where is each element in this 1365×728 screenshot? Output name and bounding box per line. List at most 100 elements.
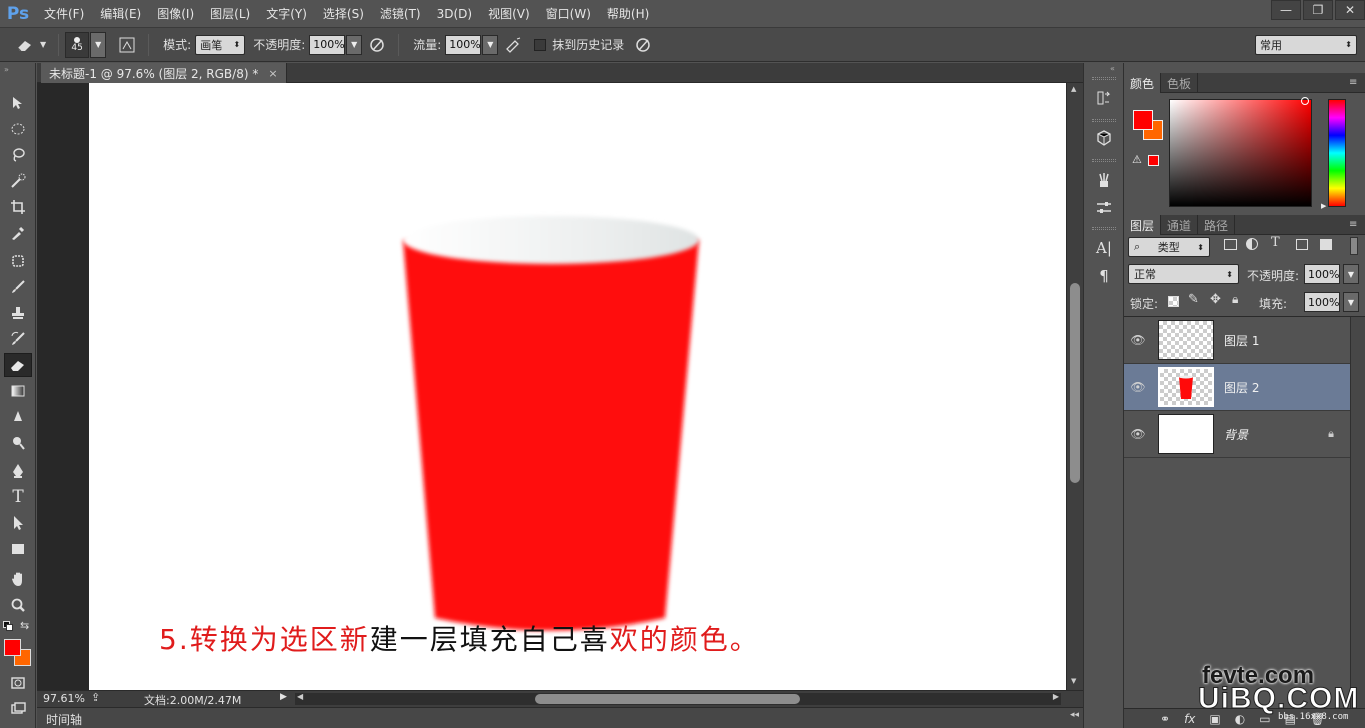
clone-stamp-tool-icon[interactable] xyxy=(4,301,32,325)
menu-view[interactable]: 视图(V) xyxy=(480,0,538,28)
horizontal-scroll-thumb[interactable] xyxy=(535,694,800,704)
pressure-size-icon[interactable] xyxy=(632,34,654,56)
brush-presets-icon[interactable] xyxy=(1092,169,1116,191)
layer-filter-select[interactable]: ⌕ 类型 ⬍ xyxy=(1128,237,1210,257)
menu-layer[interactable]: 图层(L) xyxy=(202,0,258,28)
tab-layers[interactable]: 图层 xyxy=(1124,215,1162,235)
menu-window[interactable]: 窗口(W) xyxy=(538,0,599,28)
filter-toggle-switch[interactable] xyxy=(1350,237,1358,255)
path-selection-tool-icon[interactable] xyxy=(4,511,32,535)
vertical-scrollbar[interactable]: ▲ ▼ xyxy=(1066,83,1083,690)
lasso-tool-icon[interactable] xyxy=(4,143,32,167)
vertical-scroll-thumb[interactable] xyxy=(1070,283,1080,483)
move-tool-icon[interactable] xyxy=(4,91,32,115)
fill-input[interactable]: 100% xyxy=(1304,292,1340,312)
minimize-button[interactable]: — xyxy=(1271,0,1301,20)
horizontal-scrollbar[interactable]: ◀ ▶ xyxy=(295,692,1061,705)
history-brush-tool-icon[interactable] xyxy=(4,327,32,351)
opacity-dropdown[interactable]: ▼ xyxy=(346,34,363,55)
history-checkbox[interactable] xyxy=(534,38,547,51)
adjustments-icon[interactable] xyxy=(1092,197,1116,219)
lock-transparent-icon[interactable] xyxy=(1168,296,1179,307)
screen-mode-icon[interactable] xyxy=(4,697,32,721)
character-panel-icon[interactable]: A| xyxy=(1092,237,1116,259)
lock-pixels-brush-icon[interactable]: ✎ xyxy=(1188,292,1199,307)
visibility-eye-icon[interactable]: 👁︎ xyxy=(1124,427,1152,441)
close-document-icon[interactable]: × xyxy=(268,67,277,80)
timeline-panel-tab[interactable]: 时间轴 ◂◂ xyxy=(37,707,1083,728)
tab-color[interactable]: 颜色 xyxy=(1124,73,1162,93)
flow-input[interactable]: 100% xyxy=(445,34,482,55)
preset-dropdown-arrow-icon[interactable]: ▼ xyxy=(40,40,46,49)
paragraph-panel-icon[interactable]: ¶ xyxy=(1092,265,1116,287)
filter-pixel-icon[interactable] xyxy=(1224,239,1237,250)
history-panel-icon[interactable] xyxy=(1092,87,1116,109)
restore-button[interactable]: ❐ xyxy=(1303,0,1333,20)
document-canvas[interactable]: 5.转换为选区新建一层填充自己喜欢的颜色。 xyxy=(89,83,1066,690)
brush-picker-dropdown[interactable]: ▼ xyxy=(90,31,107,58)
visibility-eye-icon[interactable]: 👁︎ xyxy=(1124,333,1152,347)
filter-shape-icon[interactable] xyxy=(1296,239,1308,250)
timeline-collapse-icon[interactable]: ◂◂ xyxy=(1070,710,1079,720)
layer-row-layer-2[interactable]: 👁︎ 图层 2 xyxy=(1124,364,1350,411)
menu-type[interactable]: 文字(Y) xyxy=(258,0,315,28)
fill-dropdown[interactable]: ▼ xyxy=(1343,292,1359,312)
scroll-down-arrow-icon[interactable]: ▼ xyxy=(1071,677,1076,685)
lock-position-icon[interactable]: ✥ xyxy=(1210,292,1221,307)
dock-grip[interactable] xyxy=(1092,227,1116,230)
color-panel-foreground-swatch[interactable] xyxy=(1133,110,1153,130)
tab-paths[interactable]: 路径 xyxy=(1198,215,1236,235)
brush-tool-icon[interactable] xyxy=(4,275,32,299)
dock-grip[interactable] xyxy=(1092,119,1116,122)
healing-brush-tool-icon[interactable] xyxy=(4,249,32,273)
type-tool-icon[interactable]: T xyxy=(4,485,32,509)
menu-3d[interactable]: 3D(D) xyxy=(429,0,480,28)
status-menu-arrow-icon[interactable]: ▶ xyxy=(280,692,287,702)
scroll-left-arrow-icon[interactable]: ◀ xyxy=(297,692,303,701)
zoom-level[interactable]: 97.61% xyxy=(43,692,85,705)
zoom-tool-icon[interactable] xyxy=(4,593,32,617)
menu-image[interactable]: 图像(I) xyxy=(149,0,202,28)
menu-select[interactable]: 选择(S) xyxy=(315,0,372,28)
menu-help[interactable]: 帮助(H) xyxy=(599,0,657,28)
out-of-gamut-warning-icon[interactable]: ⚠ xyxy=(1132,153,1142,166)
eraser-tool-icon[interactable] xyxy=(4,353,32,377)
gradient-tool-icon[interactable] xyxy=(4,379,32,403)
hand-tool-icon[interactable] xyxy=(4,567,32,591)
quick-selection-tool-icon[interactable] xyxy=(4,169,32,193)
menu-file[interactable]: 文件(F) xyxy=(36,0,92,28)
pasteboard[interactable]: 5.转换为选区新建一层填充自己喜欢的颜色。 xyxy=(37,83,1066,690)
brush-size-picker[interactable]: 45 xyxy=(65,31,90,58)
layer-name[interactable]: 背景 xyxy=(1224,426,1248,443)
default-colors-icon[interactable] xyxy=(3,621,13,631)
airbrush-icon[interactable] xyxy=(502,34,524,56)
dodge-tool-icon[interactable] xyxy=(4,431,32,455)
hue-slider[interactable] xyxy=(1328,99,1346,207)
crop-tool-icon[interactable] xyxy=(4,195,32,219)
close-button[interactable]: ✕ xyxy=(1335,0,1365,20)
filter-smart-object-icon[interactable] xyxy=(1320,239,1332,250)
eyedropper-tool-icon[interactable] xyxy=(4,221,32,245)
layers-scrollbar[interactable] xyxy=(1350,317,1365,708)
blend-mode-select[interactable]: 正常 ⬍ xyxy=(1128,264,1239,284)
3d-panel-icon[interactable] xyxy=(1092,127,1116,149)
eraser-tool-preset-icon[interactable] xyxy=(14,34,36,56)
menu-edit[interactable]: 编辑(E) xyxy=(92,0,149,28)
tab-swatches[interactable]: 色板 xyxy=(1161,73,1199,93)
layer-row-background[interactable]: 👁︎ 背景 🔒︎ xyxy=(1124,411,1350,458)
lock-all-icon[interactable]: 🔒︎ xyxy=(1232,292,1238,307)
layer-opacity-dropdown[interactable]: ▼ xyxy=(1343,264,1359,284)
blur-tool-icon[interactable] xyxy=(4,405,32,429)
color-panel-menu-icon[interactable]: ≡ xyxy=(1349,73,1365,92)
brush-panel-toggle-icon[interactable] xyxy=(116,34,138,56)
gamut-color-swatch[interactable] xyxy=(1148,155,1159,166)
opacity-input[interactable]: 100% xyxy=(309,34,346,55)
marquee-tool-icon[interactable] xyxy=(4,117,32,141)
layer-name[interactable]: 图层 1 xyxy=(1224,332,1259,349)
filter-adjustment-icon[interactable] xyxy=(1246,238,1258,250)
dock-grip[interactable] xyxy=(1092,77,1116,80)
color-field[interactable] xyxy=(1169,97,1312,207)
document-tab[interactable]: 未标题-1 @ 97.6% (图层 2, RGB/8) * × xyxy=(41,63,287,83)
color-picker-cursor[interactable] xyxy=(1301,97,1309,105)
collapse-arrows-icon[interactable]: » xyxy=(4,65,9,74)
